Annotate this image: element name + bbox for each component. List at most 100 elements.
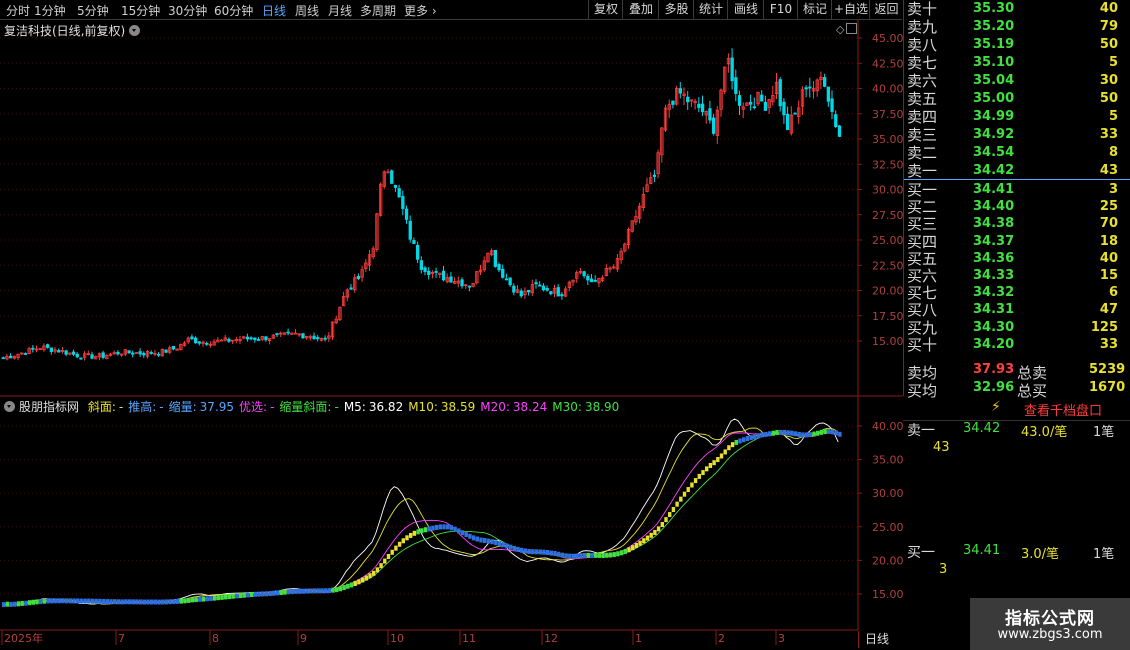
indicator-block — [120, 599, 124, 605]
bid-row[interactable]: 买三 34.38 70 — [903, 215, 1130, 233]
ob-volume: 79 — [1099, 19, 1118, 34]
candle-body — [823, 77, 827, 87]
candle-body — [737, 95, 742, 106]
candle-body — [512, 285, 516, 293]
sell1-price: 34.42 — [963, 421, 1001, 436]
candle-body — [131, 352, 135, 355]
indicator-block — [545, 550, 550, 556]
ask-row[interactable]: 卖八 35.19 50 — [903, 36, 1130, 54]
indicator-block — [224, 594, 228, 600]
diamond-icon[interactable]: ◇ — [836, 23, 844, 36]
indicator-block — [127, 599, 132, 605]
bid-row[interactable]: 买五 34.36 40 — [903, 250, 1130, 268]
ask-row[interactable]: 卖四 34.99 5 — [903, 108, 1130, 126]
indicator-block — [453, 526, 457, 532]
ob-label: 买七 — [907, 284, 938, 303]
indicator-block — [194, 597, 198, 603]
indicator-block — [157, 599, 161, 605]
indicator-item-value: - — [118, 400, 124, 414]
watermark-title: 指标公式网 — [1005, 609, 1095, 629]
ask-row[interactable]: 卖三 34.92 33 — [903, 126, 1130, 144]
indicator-block — [449, 525, 454, 531]
indicator-block — [257, 591, 261, 597]
ask-row[interactable]: 卖六 35.04 30 — [903, 72, 1130, 90]
candle-body — [734, 77, 738, 94]
ob-volume: 33 — [1099, 336, 1118, 352]
candle-body — [390, 170, 394, 184]
date-axis-label: 2 — [718, 632, 725, 645]
ask-row[interactable]: 卖一 34.42 43 — [903, 162, 1130, 180]
indicator-block — [468, 533, 472, 539]
ob-label: 卖五 — [907, 90, 938, 108]
thousand-depth-link[interactable]: 查看千档盘口 — [1024, 400, 1102, 419]
indicator-block — [790, 430, 794, 436]
candle-body — [467, 285, 472, 288]
indicator-block — [375, 567, 380, 573]
bid-row[interactable]: 买一 34.41 3 — [903, 181, 1130, 199]
date-axis-label: 11 — [462, 632, 476, 645]
indicator-block — [457, 528, 461, 534]
indicator-block — [538, 549, 542, 555]
indicator-item: M10: 38.59 — [408, 400, 475, 414]
candle-body — [190, 336, 194, 340]
indicator-block — [827, 428, 831, 434]
indicator-block — [801, 432, 805, 438]
indicator-block — [360, 577, 365, 583]
maximize-icon[interactable] — [846, 23, 857, 34]
bid-row[interactable]: 买七 34.32 6 — [903, 284, 1130, 302]
ob-price: 34.40 — [973, 199, 1015, 215]
indicator-block — [460, 530, 465, 536]
candle-body — [164, 349, 168, 353]
candle-body — [527, 289, 531, 293]
indicator-block — [353, 580, 357, 586]
main-axis-label: 30.00 — [872, 184, 903, 197]
indicator-block — [397, 541, 402, 547]
indicator-block — [246, 592, 250, 598]
candle-body — [75, 353, 79, 358]
ask-row[interactable]: 卖五 35.00 50 — [903, 90, 1130, 108]
candle-body — [423, 267, 427, 272]
date-axis-label: 7 — [118, 632, 125, 645]
ob-volume: 15 — [1099, 268, 1118, 283]
bid-row[interactable]: 买六 34.33 15 — [903, 267, 1130, 285]
ask-row[interactable]: 卖九 35.20 79 — [903, 18, 1130, 36]
indicator-block — [686, 487, 690, 493]
indicator-block — [819, 429, 824, 435]
bid-row[interactable]: 买二 34.40 25 — [903, 198, 1130, 216]
ob-price: 34.92 — [973, 127, 1015, 142]
indicator-block — [656, 526, 661, 532]
indicator-item-label: 优选: — [239, 400, 268, 414]
candle-body — [301, 333, 305, 339]
indicator-block — [501, 542, 505, 548]
ob-volume: 25 — [1099, 199, 1118, 215]
bid-row[interactable]: 买八 34.31 47 — [903, 301, 1130, 319]
indicator-item-label: 缩量: — [168, 400, 197, 414]
indicator-block — [179, 598, 183, 604]
ob-label: 买六 — [907, 267, 938, 285]
indicator-menu-icon[interactable] — [4, 401, 15, 412]
indicator-block — [782, 429, 787, 435]
ob-price: 34.41 — [973, 182, 1015, 197]
bid-row[interactable]: 买十 34.20 33 — [903, 336, 1130, 354]
indicator-block — [242, 592, 246, 598]
ask-row[interactable]: 卖十 35.30 40 — [903, 0, 1130, 18]
dropdown-circle-icon[interactable] — [129, 25, 141, 36]
indicator-item-value: 38.90 — [584, 400, 620, 414]
ob-price: 35.20 — [973, 19, 1015, 34]
ask-row[interactable]: 卖七 35.10 5 — [903, 54, 1130, 72]
indicator-block — [597, 552, 602, 558]
ask-row[interactable]: 卖二 34.54 8 — [903, 144, 1130, 162]
bid-row[interactable]: 买九 34.30 125 — [903, 319, 1130, 337]
candle-body — [652, 174, 657, 177]
indicator-item-value: - — [159, 400, 164, 414]
indicator-block — [531, 549, 535, 555]
indicator-block — [394, 545, 398, 551]
candle-body — [415, 244, 420, 260]
bid-row[interactable]: 买四 34.37 18 — [903, 233, 1130, 251]
indicator-block — [527, 548, 531, 554]
indicator-block — [68, 598, 72, 604]
candle-body — [49, 347, 53, 352]
ma30-line — [1, 430, 839, 606]
kline-chart[interactable]: 45.00 42.50 40.00 37.50 35.00 32.50 30.00 27.50… — [0, 0, 903, 650]
ob-label: 卖三 — [907, 126, 938, 144]
